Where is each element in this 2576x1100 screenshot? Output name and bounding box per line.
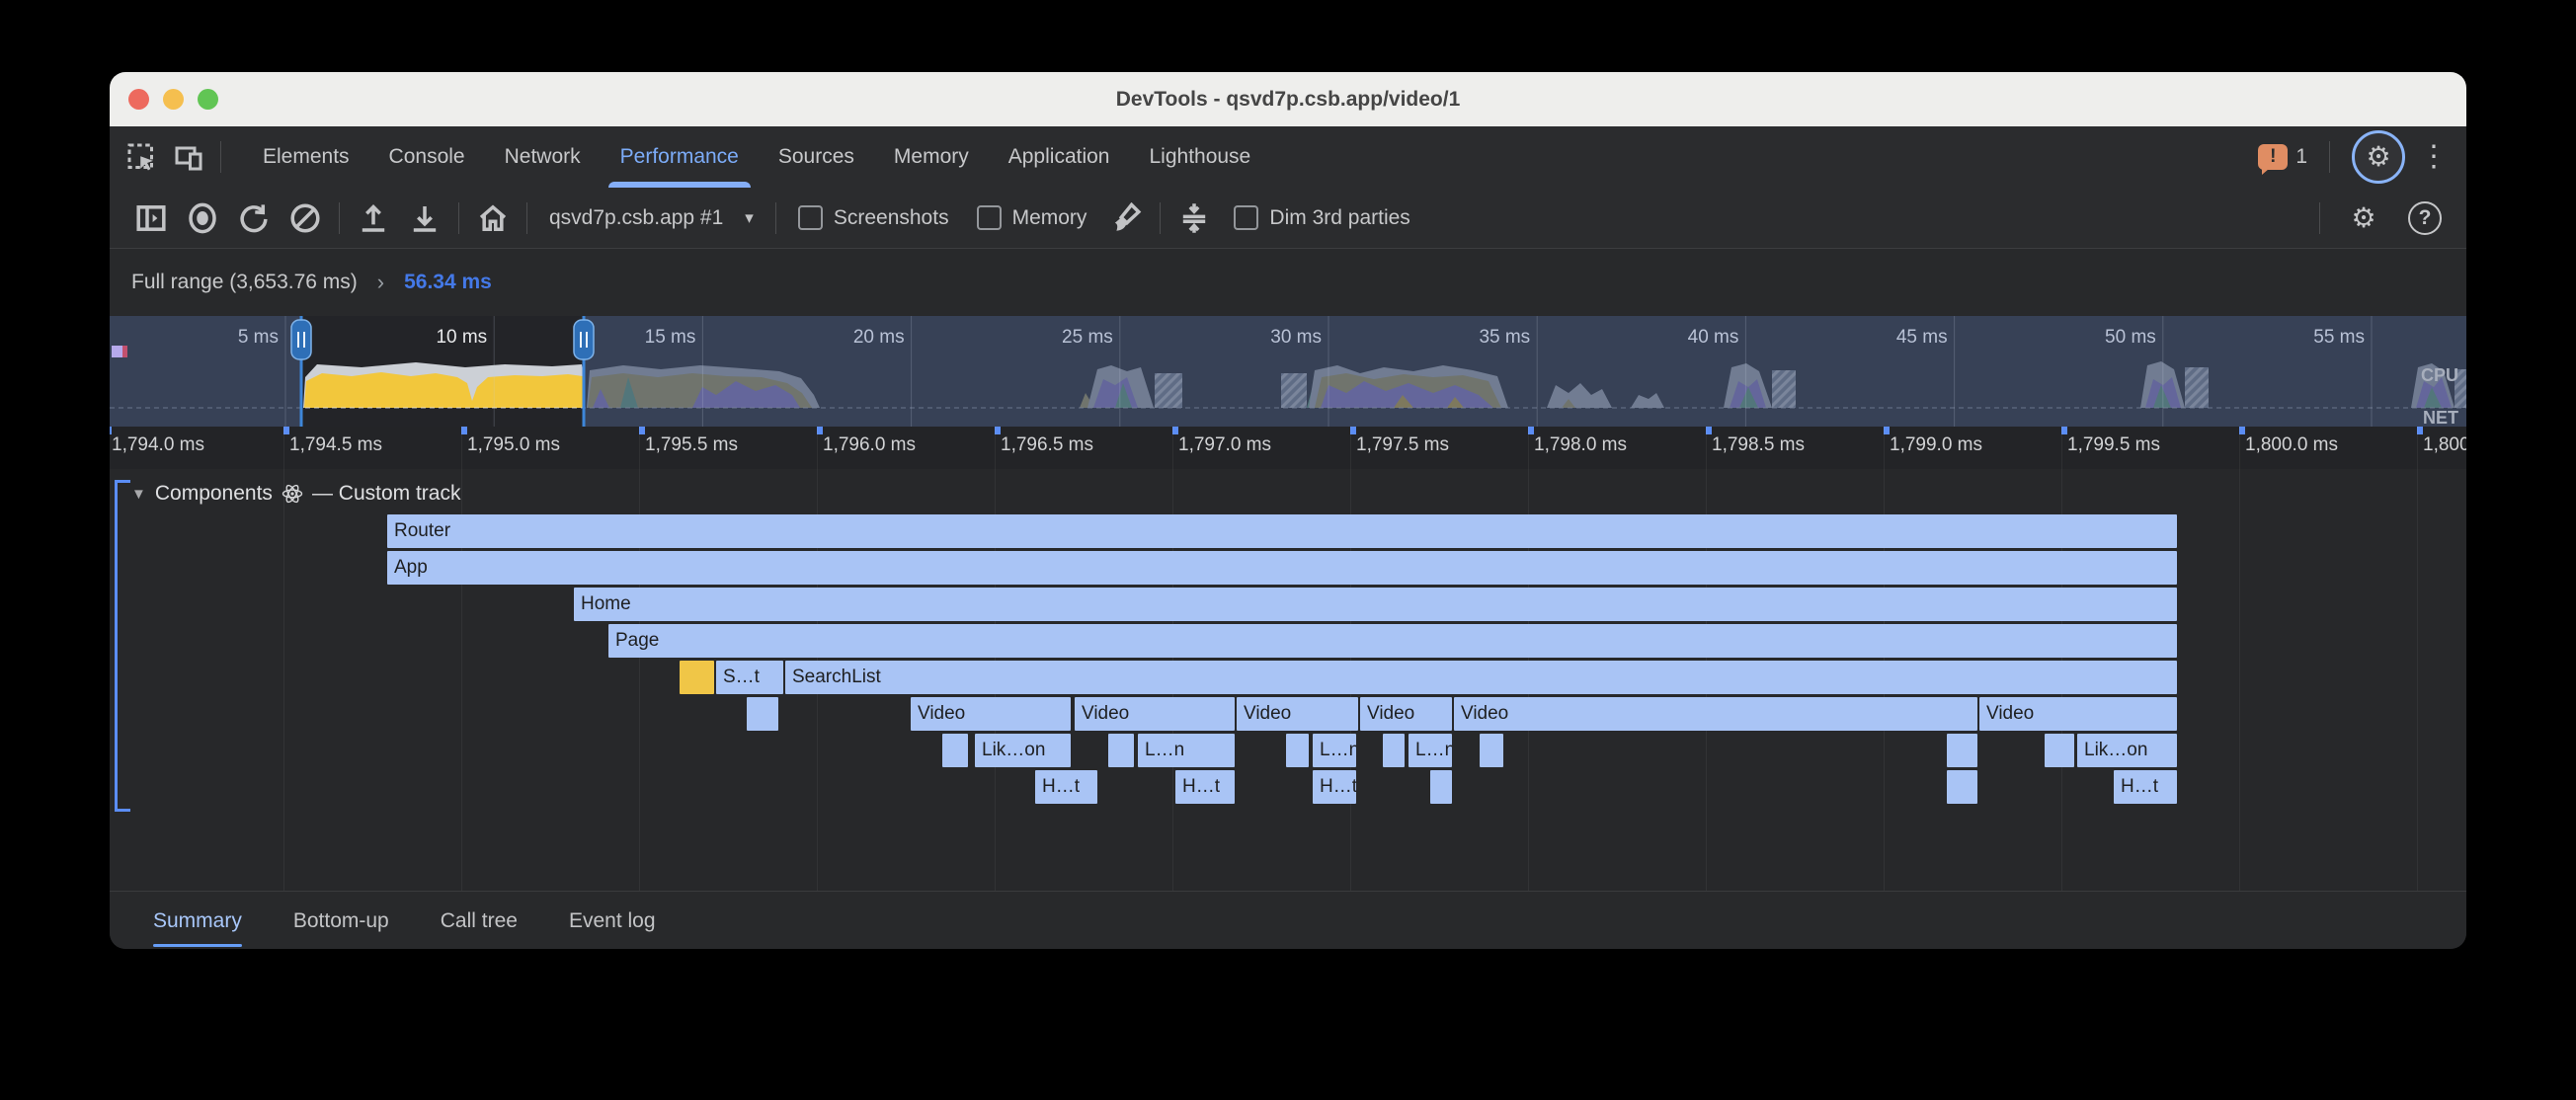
flame-bar[interactable] <box>2045 734 2074 767</box>
flame-bar[interactable] <box>1286 734 1309 767</box>
flame-bar-h-t[interactable]: H…t <box>1035 770 1097 804</box>
devtools-window: DevTools - qsvd7p.csb.app/video/1 Elemen… <box>110 72 2466 949</box>
flame-bar-page[interactable]: Page <box>608 624 2177 658</box>
flame-bar-home[interactable]: Home <box>574 588 2177 621</box>
flame-bar[interactable] <box>680 661 714 694</box>
flame-bar-l-n[interactable]: L…n <box>1138 734 1235 767</box>
flame-bar[interactable] <box>1947 734 1977 767</box>
flame-bar[interactable] <box>1480 734 1503 767</box>
flame-bar[interactable] <box>1430 770 1452 804</box>
flame-chart: RouterAppHomePageS…tSearchListVideoVideo… <box>110 72 2466 891</box>
bottom-tab-event-log[interactable]: Event log <box>569 892 656 950</box>
flame-bar-h-t[interactable]: H…t <box>1313 770 1356 804</box>
flame-bar-lik-on[interactable]: Lik…on <box>2077 734 2177 767</box>
bottom-tab-bottom-up[interactable]: Bottom-up <box>293 892 389 950</box>
flame-bar-lik-on[interactable]: Lik…on <box>975 734 1071 767</box>
flame-bar-app[interactable]: App <box>387 551 2177 585</box>
flame-bar[interactable] <box>1947 770 1977 804</box>
flame-bar-h-t[interactable]: H…t <box>1175 770 1235 804</box>
flame-bar-video[interactable]: Video <box>1979 697 2177 731</box>
flame-bar-h-t[interactable]: H…t <box>2114 770 2177 804</box>
flame-bar-video[interactable]: Video <box>1454 697 1977 731</box>
flame-bar-video[interactable]: Video <box>1360 697 1452 731</box>
flame-bar-video[interactable]: Video <box>911 697 1071 731</box>
flame-bar-s-t[interactable]: S…t <box>716 661 783 694</box>
flame-bar[interactable] <box>747 697 778 731</box>
flame-bar-router[interactable]: Router <box>387 514 2177 548</box>
flame-bar[interactable] <box>1383 734 1405 767</box>
bottom-tab-summary[interactable]: Summary <box>153 892 242 950</box>
flame-bar[interactable] <box>1108 734 1134 767</box>
bottom-panel-tabs: Summary Bottom-up Call tree Event log <box>110 891 2466 949</box>
bottom-tab-call-tree[interactable]: Call tree <box>441 892 518 950</box>
flame-bar-video[interactable]: Video <box>1237 697 1358 731</box>
flame-bar-l-n[interactable]: L…n <box>1313 734 1356 767</box>
flame-bar-l-n[interactable]: L…n <box>1409 734 1452 767</box>
flame-bar-searchlist[interactable]: SearchList <box>785 661 2177 694</box>
flame-bar-video[interactable]: Video <box>1075 697 1235 731</box>
flame-bar[interactable] <box>942 734 968 767</box>
